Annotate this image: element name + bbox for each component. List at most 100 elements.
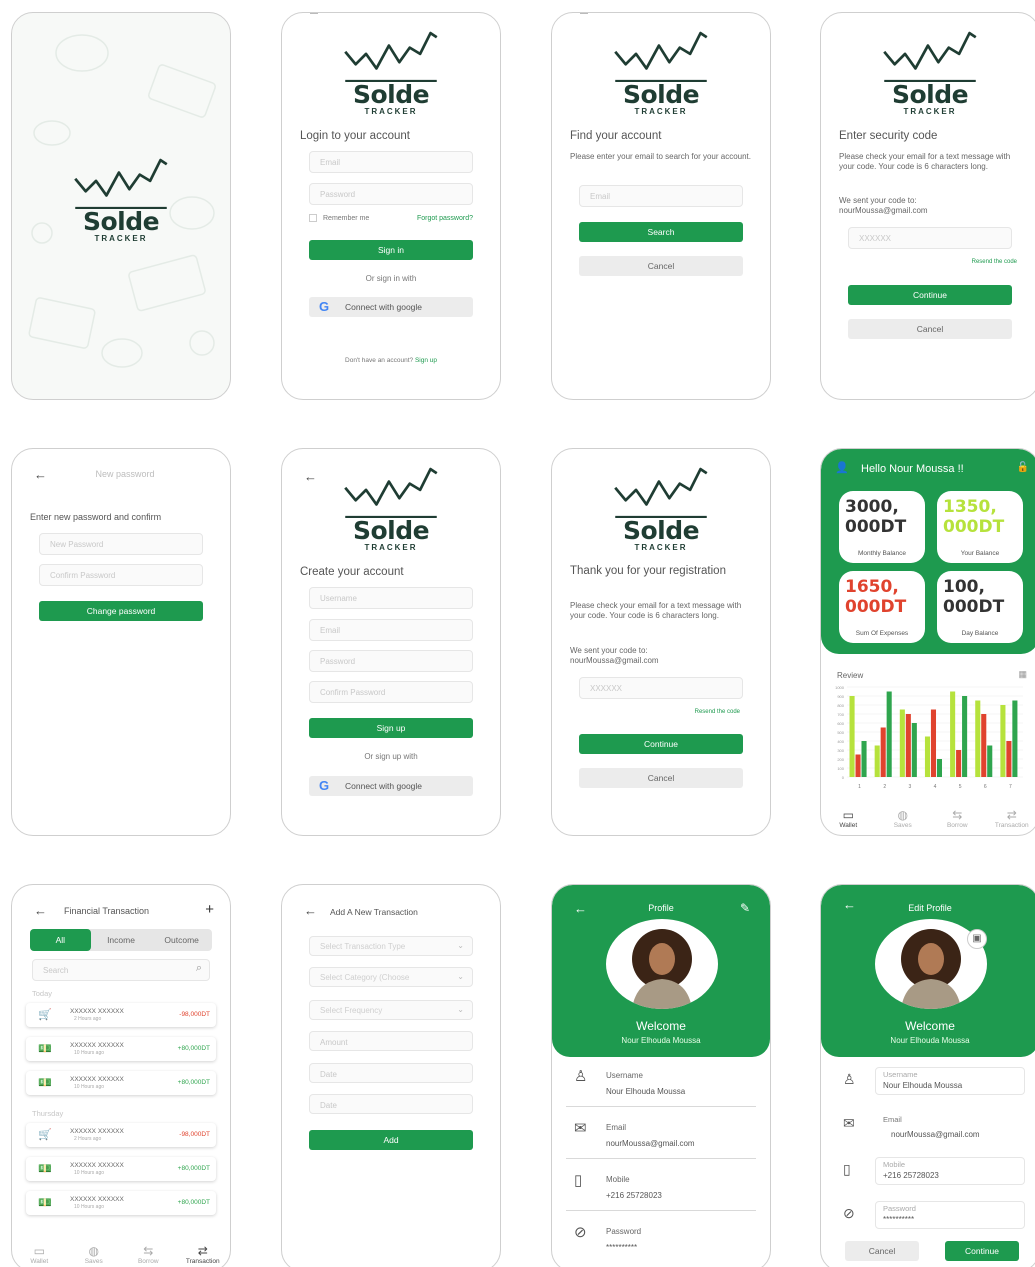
forgot-password-link[interactable]: Forgot password?	[417, 215, 473, 222]
continue-button[interactable]: Continue	[848, 285, 1012, 305]
wallet-icon: ▭	[33, 1244, 45, 1258]
your-balance-card: 1350, 000DT Your Balance	[937, 491, 1023, 563]
remember-me[interactable]: Remember me	[309, 214, 369, 222]
edit-icon[interactable]: ✎	[740, 901, 750, 915]
brand-sub: TRACKER	[903, 107, 957, 116]
nav-borrow[interactable]: ⇆ Borrow	[126, 1244, 171, 1265]
table-row[interactable]: 💵 XXXXXX XXXXXX 10 Hours ago +80,000DT	[26, 1037, 216, 1061]
transaction-name: XXXXXX XXXXXX	[70, 1162, 124, 1169]
search-input[interactable]: Search	[32, 959, 210, 981]
brand-name: Solde	[352, 80, 430, 109]
security-heading: Enter security code	[839, 130, 938, 142]
code-input[interactable]: XXXXXX	[579, 677, 743, 699]
sign-up-link[interactable]: Sign up	[415, 357, 437, 364]
password-field[interactable]: ⊘ Password **********	[835, 1199, 1025, 1233]
email-field[interactable]: ✉ Email nourMoussa@gmail.com	[835, 1109, 1025, 1143]
sign-up-button[interactable]: Sign up	[309, 718, 473, 738]
x-tick-label: 5	[959, 784, 962, 790]
mobile-field[interactable]: ▯ Mobile +216 25728023	[835, 1155, 1025, 1189]
thanks-description: Please check your email for a text messa…	[570, 601, 742, 620]
borrow-icon: ⇆	[952, 808, 963, 822]
transaction-name: XXXXXX XXXXXX	[70, 1076, 124, 1083]
frequency-select[interactable]: Select Frequency ⌄	[309, 1000, 473, 1020]
nav-transaction[interactable]: ⇄ Transaction	[989, 808, 1034, 829]
phone-icon: ▯	[574, 1172, 583, 1189]
brand-sub: TRACKER	[634, 543, 688, 552]
username-field[interactable]: ♙ Username Nour Elhouda Moussa	[835, 1065, 1025, 1099]
sign-in-button[interactable]: Sign in	[309, 240, 473, 260]
search-button[interactable]: Search	[579, 222, 743, 242]
splash-screen: Solde TRACKER	[11, 12, 231, 400]
table-row[interactable]: 💵 XXXXXX XXXXXX 10 Hours ago +80,000DT	[26, 1191, 216, 1215]
expenses-card: 1650, 000DT Sum Of Expenses	[839, 571, 925, 643]
cancel-button[interactable]: Cancel	[579, 256, 743, 276]
google-connect-button[interactable]: G Connect with google	[309, 297, 473, 317]
cancel-button[interactable]: Cancel	[579, 768, 743, 788]
search-icon[interactable]: ⌕	[196, 962, 202, 975]
amount-input[interactable]: Amount	[309, 1031, 473, 1051]
resend-code-link[interactable]: Resend the code	[972, 259, 1017, 265]
grid-view-icon[interactable]: ▦	[1018, 669, 1027, 680]
table-row[interactable]: 🛒 XXXXXX XXXXXX 2 Hours ago -98,000DT	[26, 1123, 216, 1147]
lock-icon[interactable]: 🔓	[1017, 462, 1029, 473]
confirm-password-input[interactable]: Confirm Password	[309, 681, 473, 703]
tab-income[interactable]: Income	[91, 929, 152, 951]
nav-saves[interactable]: ◍ Saves	[71, 1244, 116, 1265]
transaction-time: 10 Hours ago	[74, 1204, 105, 1210]
email-input[interactable]: Email	[309, 151, 473, 173]
dashboard-header: 👤 Hello Nour Moussa !! 🔓 3000, 000DT Mon…	[821, 449, 1035, 654]
google-connect-button[interactable]: G Connect with google	[309, 776, 473, 796]
add-button[interactable]: Add	[309, 1130, 473, 1150]
email-input[interactable]: Email	[579, 185, 743, 207]
user-icon: 👤	[835, 462, 849, 474]
table-row[interactable]: 💵 XXXXXX XXXXXX 10 Hours ago +80,000DT	[26, 1071, 216, 1095]
review-bar-chart: 0 100 200 300 400 500 600 700 800 900 1000 1 2 3 4 5 6 7	[835, 685, 1023, 790]
date-input[interactable]: Date	[309, 1063, 473, 1083]
bottom-nav: ▭ Wallet ◍ Saves ⇆ Borrow ⇄ Transaction	[821, 795, 1035, 829]
date-input-2[interactable]: Date	[309, 1094, 473, 1114]
email-input[interactable]: Email	[309, 619, 473, 641]
password-input[interactable]: Password	[309, 183, 473, 205]
nav-transaction[interactable]: ⇄ Transaction	[180, 1244, 225, 1265]
y-tick-label: 1000	[835, 685, 845, 690]
nav-saves[interactable]: ◍ Saves	[880, 808, 925, 829]
sent-to-text: We sent your code to:	[570, 646, 648, 655]
nav-wallet[interactable]: ▭ Wallet	[17, 1244, 62, 1265]
back-arrow-icon[interactable]: ←	[34, 903, 47, 918]
table-row[interactable]: 💵 XXXXXX XXXXXX 10 Hours ago +80,000DT	[26, 1157, 216, 1181]
monthly-balance-card: 3000, 000DT Monthly Balance	[839, 491, 925, 563]
cancel-button[interactable]: Cancel	[845, 1241, 919, 1261]
cancel-button[interactable]: Cancel	[848, 319, 1012, 339]
password-input[interactable]: Password	[309, 650, 473, 672]
security-description: Please check your email for a text messa…	[839, 152, 1011, 171]
transaction-icon: ⇄	[1006, 808, 1017, 822]
change-password-button[interactable]: Change password	[39, 601, 203, 621]
code-input[interactable]: XXXXXX	[848, 227, 1012, 249]
tab-outcome[interactable]: Outcome	[151, 929, 212, 951]
username-input[interactable]: Username	[309, 587, 473, 609]
screen-title: Profile	[648, 903, 674, 913]
card-value: 3000, 000DT	[845, 497, 907, 537]
remember-checkbox[interactable]	[309, 214, 317, 222]
continue-button[interactable]: Continue	[579, 734, 743, 754]
change-photo-icon[interactable]: ▣	[967, 929, 987, 949]
brand-name: Solde	[352, 516, 430, 545]
nav-wallet[interactable]: ▭ Wallet	[826, 808, 871, 829]
x-tick-label: 3	[908, 784, 911, 790]
confirm-password-input[interactable]: Confirm Password	[39, 564, 203, 586]
category-select[interactable]: Select Category (Choose ⌄	[309, 967, 473, 987]
new-password-input[interactable]: New Password	[39, 533, 203, 555]
nav-borrow[interactable]: ⇆ Borrow	[935, 808, 980, 829]
back-arrow-icon[interactable]: ←	[304, 903, 317, 918]
mail-icon: ✉	[574, 1120, 587, 1137]
table-row[interactable]: 🛒 XXXXXX XXXXXX 2 Hours ago -98,000DT	[26, 1003, 216, 1027]
transaction-type-select[interactable]: Select Transaction Type ⌄	[309, 936, 473, 956]
day-balance-card: 100, 000DT Day Balance	[937, 571, 1023, 643]
add-icon[interactable]: +	[205, 901, 214, 918]
tab-all[interactable]: All	[30, 929, 91, 951]
continue-button[interactable]: Continue	[945, 1241, 1019, 1261]
bar	[874, 745, 880, 777]
resend-code-link[interactable]: Resend the code	[695, 709, 740, 715]
bar	[1000, 705, 1006, 777]
app-logo: Solde TRACKER	[282, 467, 500, 552]
